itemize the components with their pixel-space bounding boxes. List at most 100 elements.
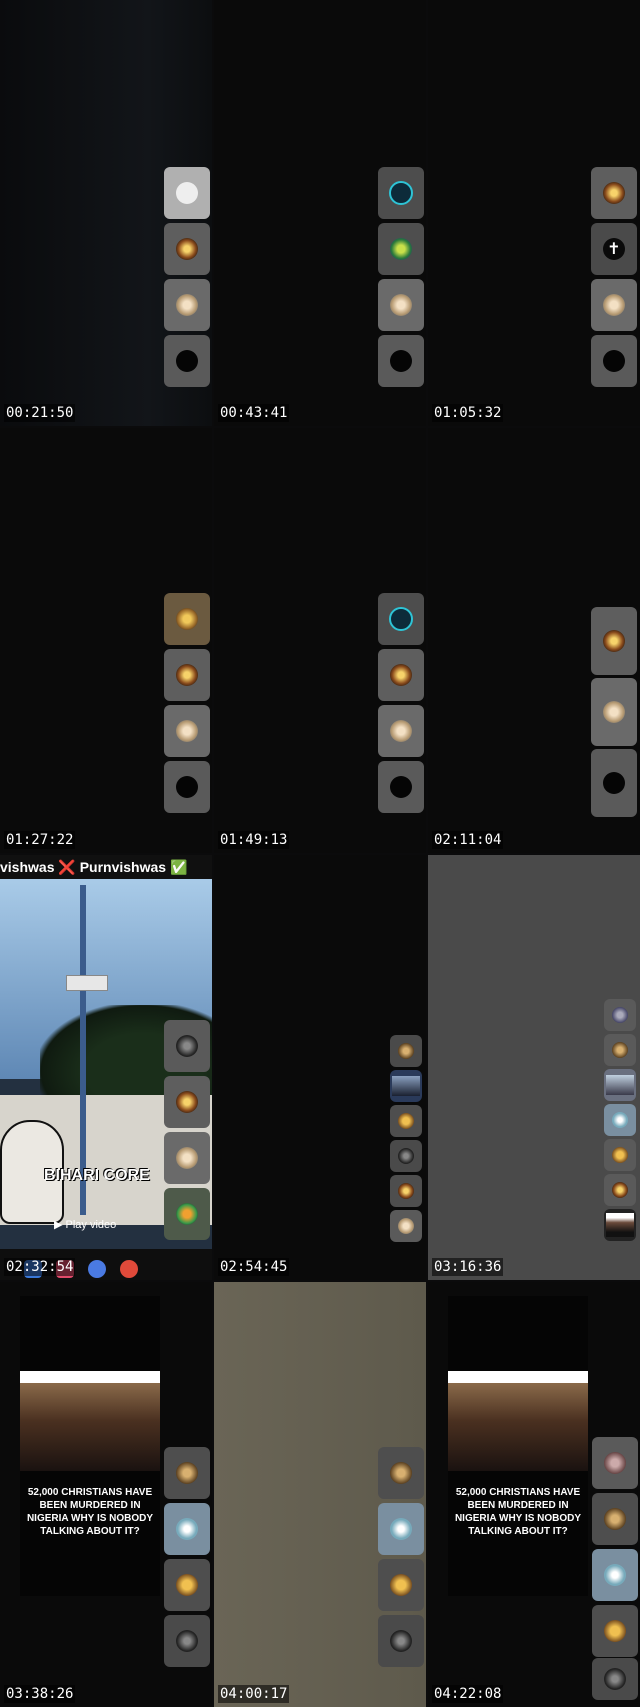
crowd-image [448,1371,588,1471]
halo-tile[interactable] [591,607,637,675]
check-mark-icon: ✅ [169,859,188,875]
globe-tile[interactable] [592,1549,638,1601]
building-tile[interactable] [592,1493,638,1545]
news-post[interactable]: 52,000 CHRISTIANS HAVE BEEN MURDERED IN … [20,1296,160,1596]
bird-icon [176,608,198,630]
play-video-label: Play video [65,1219,117,1231]
news-thumb-icon [606,1213,634,1237]
building-tile[interactable] [390,1035,422,1067]
people-tile[interactable] [164,279,210,331]
dark-circle-tile[interactable] [164,335,210,387]
people-tile[interactable] [378,279,424,331]
crown-icon [604,1620,626,1642]
jesus-king-tile[interactable] [378,593,424,645]
avatar-tile[interactable] [592,1437,638,1489]
avatar-tile[interactable] [604,999,636,1031]
crown-tile[interactable] [592,1605,638,1657]
crown-tile[interactable] [604,1139,636,1171]
halo-tile[interactable] [164,649,210,701]
timestamp: 04:22:08 [432,1685,504,1703]
dark-circle-tile[interactable] [591,335,637,387]
halo-tile[interactable] [164,223,210,275]
halo-figure-icon [390,664,412,686]
face-tile[interactable] [164,1615,210,1667]
people-tile[interactable] [591,279,637,331]
dark-circle-tile[interactable] [378,761,424,813]
dark-circle-tile[interactable] [164,761,210,813]
face-icon [398,1148,414,1164]
halo-figure-icon [176,238,198,260]
building-icon [604,1508,626,1530]
globe-icon [390,1518,412,1540]
globe-icon [176,1518,198,1540]
dark-circle-tile[interactable] [591,749,637,817]
timestamp: 02:54:45 [218,1258,290,1276]
face-icon [176,1035,198,1057]
timestamp: 00:43:41 [218,404,290,422]
face-tile[interactable] [378,1615,424,1667]
timestamp: 02:11:04 [432,831,504,849]
halo-figure-icon [603,630,625,652]
people-tile[interactable] [591,678,637,746]
people-tile[interactable] [390,1210,422,1242]
building-icon [176,1462,198,1484]
people-tile[interactable] [164,1132,210,1184]
black-circle-icon [603,350,625,372]
globe-tile[interactable] [164,1503,210,1555]
app-icon[interactable] [88,1260,106,1278]
video-thumb-tile[interactable] [390,1070,422,1102]
black-circle-icon [390,350,412,372]
post-caption: 52,000 CHRISTIANS HAVE BEEN MURDERED IN … [26,1487,154,1537]
app-icon[interactable] [120,1260,138,1278]
crown-tile[interactable] [390,1105,422,1137]
timestamp: 00:21:50 [4,404,76,422]
people-tile[interactable] [378,705,424,757]
play-video-button[interactable]: ▶ Play video [54,1218,116,1231]
cross-mark-icon: ❌ [58,859,76,875]
people-icon [398,1218,414,1234]
post-header: vishwas ❌ Purnvishwas ✅ [0,855,212,879]
people-tile[interactable] [164,705,210,757]
globe-tile[interactable] [604,1104,636,1136]
globe-icon [604,1564,626,1586]
globe-tile[interactable] [378,1503,424,1555]
bird-tile[interactable] [164,593,210,645]
people-icon [390,294,412,316]
play-icon: ▶ [54,1219,66,1231]
post-caption: 52,000 CHRISTIANS HAVE BEEN MURDERED IN … [454,1487,582,1537]
crown-tile[interactable] [378,1559,424,1611]
building-tile[interactable] [164,1447,210,1499]
cross-tile[interactable]: ✝ [591,223,637,275]
avatar-icon [176,182,198,204]
building-tile[interactable] [604,1034,636,1066]
dark-circle-tile[interactable] [378,335,424,387]
frame-3: ✝ 01:05:32 [428,0,640,426]
jesus-king-tile[interactable] [378,167,424,219]
face-tile[interactable] [390,1140,422,1172]
face-tile[interactable] [592,1658,638,1700]
news-thumb-tile[interactable] [604,1209,636,1241]
avatar-icon [612,1007,628,1023]
halo-tile[interactable] [604,1174,636,1206]
people-icon [176,720,198,742]
news-post[interactable]: 52,000 CHRISTIANS HAVE BEEN MURDERED IN … [448,1296,588,1596]
cartoon-icon [176,1203,198,1225]
crown-tile[interactable] [164,1559,210,1611]
frame-7: vishwas ❌ Purnvishwas ✅ BIHARI CORE ▶ Pl… [0,855,212,1280]
frame-5: 01:49:13 [214,428,426,853]
halo-figure-icon [398,1183,414,1199]
video-thumb-tile[interactable] [604,1069,636,1101]
halo-tile[interactable] [164,1076,210,1128]
cross-icon: ✝ [603,238,625,260]
building-tile[interactable] [378,1447,424,1499]
black-circle-icon [176,350,198,372]
globe-tile[interactable] [378,223,424,275]
halo-tile[interactable] [591,167,637,219]
people-icon [603,294,625,316]
face-tile[interactable] [164,1020,210,1072]
halo-tile[interactable] [378,649,424,701]
cartoon-tile[interactable] [164,1188,210,1240]
profile-tile[interactable] [164,167,210,219]
people-icon [390,720,412,742]
halo-tile[interactable] [390,1175,422,1207]
